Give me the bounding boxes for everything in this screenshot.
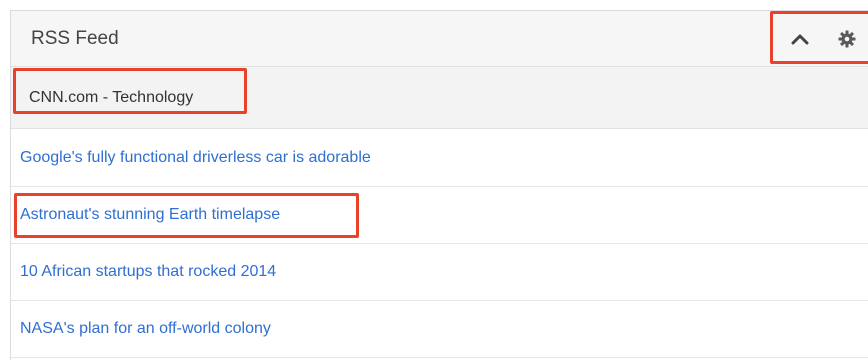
- list-item: NASA's plan for an off-world colony: [11, 301, 868, 358]
- gear-icon[interactable]: [836, 28, 858, 50]
- feed-link[interactable]: 10 African startups that rocked 2014: [20, 263, 276, 281]
- feed-link[interactable]: NASA's plan for an off-world colony: [20, 320, 271, 338]
- feed-source-title: CNN.com - Technology: [29, 89, 194, 106]
- list-item: Astronaut's stunning Earth timelapse: [11, 187, 868, 244]
- feed-link[interactable]: Google's fully functional driverless car…: [20, 149, 371, 167]
- chevron-up-icon[interactable]: [789, 28, 811, 50]
- dashlet-title: RSS Feed: [31, 28, 119, 49]
- feed-list: Google's fully functional driverless car…: [11, 130, 868, 358]
- list-item: 10 African startups that rocked 2014: [11, 244, 868, 301]
- header-controls-highlight: [770, 11, 868, 64]
- dashlet-header: RSS Feed: [11, 11, 868, 67]
- feed-link[interactable]: Astronaut's stunning Earth timelapse: [20, 206, 280, 224]
- list-item: Google's fully functional driverless car…: [11, 130, 868, 187]
- rss-feed-dashlet: RSS Feed CNN.com - Technology Google's f…: [10, 10, 868, 360]
